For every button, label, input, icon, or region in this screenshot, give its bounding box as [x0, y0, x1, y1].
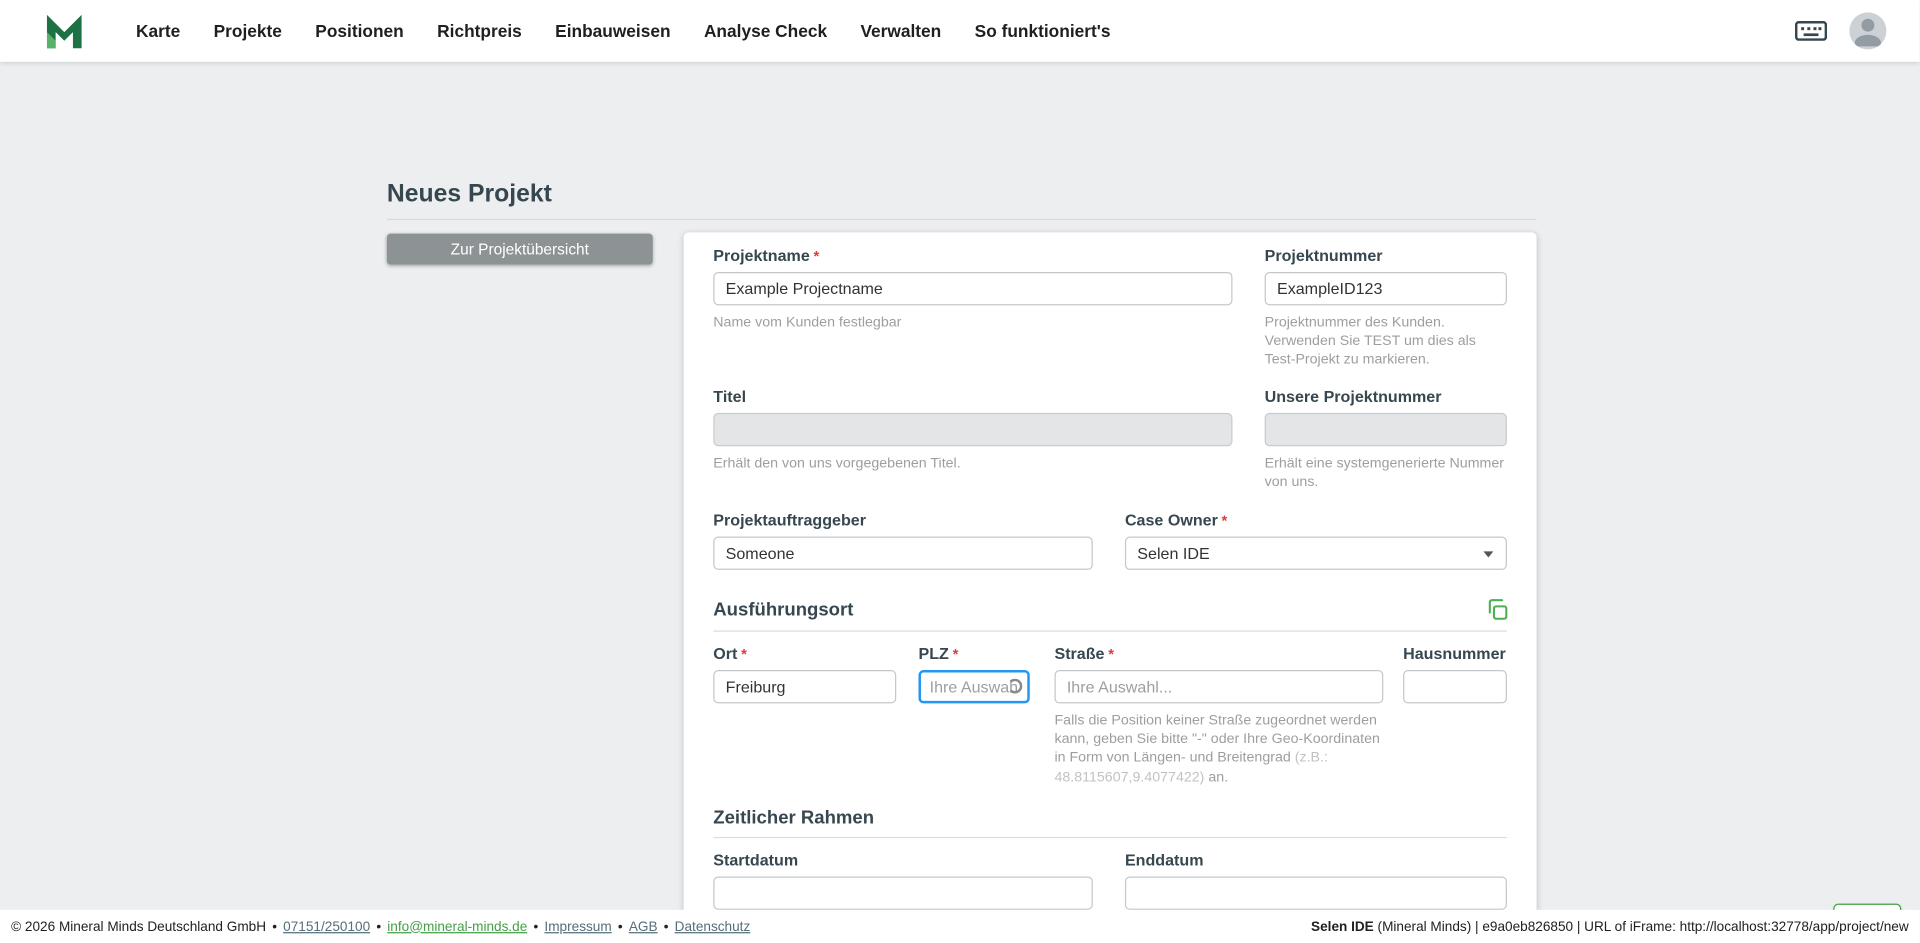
nav-item-richtpreis[interactable]: Richtpreis — [437, 21, 522, 41]
nav-item-analyse-check[interactable]: Analyse Check — [704, 21, 827, 41]
navbar-right — [1794, 12, 1920, 50]
strasse-label: Straße * — [1054, 644, 1114, 663]
field-hausnummer: Hausnummer — [1403, 644, 1507, 704]
footer-link-phone[interactable]: 07151/250100 — [283, 919, 370, 934]
app-root: Karte Projekte Positionen Richtpreis Ein… — [0, 0, 1920, 943]
required-asterisk: * — [1108, 645, 1114, 663]
required-asterisk: * — [741, 645, 747, 663]
nav-item-projekte[interactable]: Projekte — [214, 21, 282, 41]
field-case-owner: Case Owner * Selen IDE — [1124, 510, 1507, 570]
projektname-input[interactable] — [713, 271, 1233, 306]
ausfuehrungsort-divider — [713, 630, 1507, 632]
session-details: (Mineral Minds) | e9a0eb826850 | URL of … — [1373, 919, 1909, 934]
page-title: Neues Projekt — [386, 180, 552, 208]
ort-label: Ort * — [713, 644, 747, 663]
nav-item-karte[interactable]: Karte — [136, 21, 180, 41]
footer-separator: • — [533, 919, 539, 934]
plz-label: PLZ * — [918, 644, 959, 663]
hausnummer-input[interactable] — [1403, 670, 1507, 704]
titel-input — [713, 412, 1233, 447]
chevron-down-icon — [1483, 551, 1494, 558]
field-unsere-projektnummer: Unsere Projektnummer Erhält eine systemg… — [1264, 386, 1507, 492]
strasse-input[interactable] — [1054, 670, 1384, 704]
ort-input[interactable] — [713, 670, 897, 704]
loading-spinner-icon — [1007, 678, 1023, 694]
case-owner-value: Selen IDE — [1137, 543, 1210, 563]
back-to-projects-button[interactable]: Zur Projektübersicht — [386, 233, 653, 265]
nav-item-positionen[interactable]: Positionen — [315, 21, 403, 41]
unsere-projektnummer-helper: Erhält eine systemgenerierte Nummer von … — [1264, 456, 1505, 490]
page-footer: © 2026 Mineral Minds Deutschland GmbH • … — [0, 909, 1920, 943]
footer-link-email[interactable]: info@mineral-minds.de — [387, 919, 527, 934]
field-strasse: Straße * Falls die Position keiner Straß… — [1054, 644, 1384, 787]
projektname-helper: Name vom Kunden festlegbar — [713, 315, 902, 331]
projektauftraggeber-input[interactable] — [713, 536, 1093, 570]
footer-separator: • — [376, 919, 382, 934]
nav-item-einbauweisen[interactable]: Einbauweisen — [555, 21, 670, 41]
footer-separator: • — [617, 919, 623, 934]
field-startdatum: Startdatum — [713, 850, 1093, 910]
zeitlicher-rahmen-divider — [713, 836, 1507, 839]
projektauftraggeber-label: Projektauftraggeber — [713, 510, 867, 530]
copyright-text: © 2026 Mineral Minds Deutschland GmbH — [11, 919, 267, 934]
section-ausfuehrungsort: Ausführungsort — [713, 599, 854, 621]
case-owner-select[interactable]: Selen IDE — [1124, 536, 1507, 570]
unsere-projektnummer-input — [1264, 412, 1507, 447]
field-projektname: Projektname * Name vom Kunden festlegbar — [713, 246, 1233, 333]
titel-label: Titel — [713, 386, 747, 406]
footer-separator: • — [272, 919, 277, 934]
field-projektauftraggeber: Projektauftraggeber — [713, 510, 1093, 570]
enddatum-label: Enddatum — [1124, 850, 1204, 870]
footer-link-datenschutz[interactable]: Datenschutz — [675, 919, 751, 934]
strasse-helper: Falls die Position keiner Straße zugeord… — [1054, 713, 1380, 785]
required-asterisk: * — [813, 247, 820, 265]
footer-link-agb[interactable]: AGB — [629, 919, 658, 934]
footer-separator: • — [663, 919, 669, 934]
title-divider — [386, 218, 1537, 221]
titel-helper: Erhält den von uns vorgegebenen Titel. — [713, 456, 961, 471]
projektnummer-label: Projektnummer — [1264, 246, 1383, 265]
nav-item-so-funktionierts[interactable]: So funktioniert's — [975, 21, 1111, 41]
new-project-form-card: Projektname * Name vom Kunden festlegbar… — [683, 232, 1537, 936]
projektnummer-input[interactable] — [1264, 271, 1507, 306]
field-ort: Ort * — [713, 644, 897, 704]
copy-icon[interactable] — [1485, 597, 1510, 622]
section-zeitlicher-rahmen: Zeitlicher Rahmen — [713, 807, 875, 829]
user-avatar-icon[interactable] — [1849, 12, 1887, 50]
unsere-projektnummer-label: Unsere Projektnummer — [1264, 386, 1442, 406]
top-navbar: Karte Projekte Positionen Richtpreis Ein… — [0, 0, 1920, 62]
field-projektnummer: Projektnummer Projektnummer des Kunden. … — [1264, 246, 1507, 370]
footer-left: © 2026 Mineral Minds Deutschland GmbH • … — [11, 919, 750, 934]
nav-item-verwalten[interactable]: Verwalten — [860, 21, 941, 41]
session-user: Selen IDE — [1311, 919, 1374, 934]
enddatum-input[interactable] — [1124, 876, 1507, 910]
footer-link-impressum[interactable]: Impressum — [544, 919, 611, 934]
field-plz: PLZ * — [918, 644, 1030, 704]
main-content: Neues Projekt Zur Projektübersicht Proje… — [0, 62, 1920, 936]
startdatum-label: Startdatum — [713, 850, 799, 870]
hausnummer-label: Hausnummer — [1403, 644, 1506, 663]
field-titel: Titel Erhält den von uns vorgegebenen Ti… — [713, 386, 1233, 474]
required-asterisk: * — [952, 645, 959, 663]
keyboard-icon[interactable] — [1794, 19, 1828, 44]
projektnummer-helper: Projektnummer des Kunden. Verwenden Sie … — [1264, 315, 1476, 368]
required-asterisk: * — [1221, 511, 1228, 530]
footer-session-info: Selen IDE (Mineral Minds) | e9a0eb826850… — [1311, 919, 1909, 934]
mineral-minds-logo[interactable] — [42, 9, 87, 54]
main-navigation: Karte Projekte Positionen Richtpreis Ein… — [136, 21, 1144, 41]
projektname-label: Projektname * — [713, 246, 820, 265]
startdatum-input[interactable] — [713, 876, 1093, 910]
field-enddatum: Enddatum — [1124, 850, 1507, 910]
logo-icon — [46, 14, 82, 49]
case-owner-label: Case Owner * — [1124, 510, 1228, 530]
